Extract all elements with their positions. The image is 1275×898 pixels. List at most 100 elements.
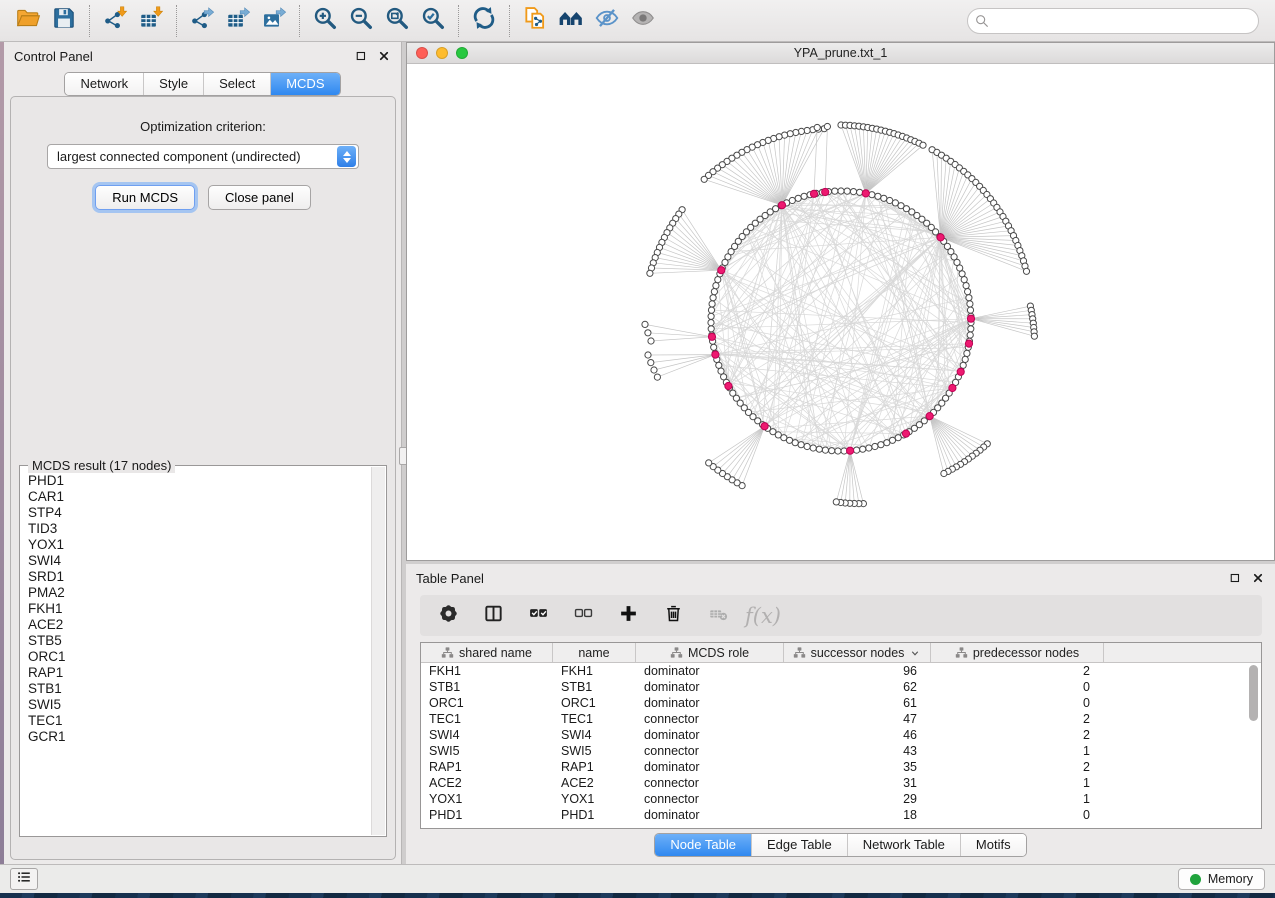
column-header-successor-nodes[interactable]: successor nodes: [784, 643, 931, 662]
cell-predecessor-nodes[interactable]: 2: [931, 711, 1104, 727]
tab-style[interactable]: Style: [143, 73, 203, 95]
cell-predecessor-nodes[interactable]: 2: [931, 759, 1104, 775]
mcds-result-item[interactable]: SRD1: [28, 569, 371, 585]
mcds-result-item[interactable]: ACE2: [28, 617, 371, 633]
hide-selected-button[interactable]: [589, 4, 625, 38]
cell-name[interactable]: STB1: [553, 679, 636, 695]
zoom-fit-button[interactable]: [379, 4, 415, 38]
control-panel-close-button[interactable]: [376, 49, 391, 64]
table-row-YOX1[interactable]: YOX1YOX1connector291: [421, 791, 1261, 807]
mcds-result-item[interactable]: ORC1: [28, 649, 371, 665]
mcds-result-item[interactable]: YOX1: [28, 537, 371, 553]
table-row-SWI4[interactable]: SWI4SWI4dominator462: [421, 727, 1261, 743]
cell-MCDS-role[interactable]: connector: [636, 775, 784, 791]
cell-name[interactable]: ACE2: [553, 775, 636, 791]
memory-button[interactable]: Memory: [1178, 868, 1265, 890]
export-network-button[interactable]: [184, 4, 220, 38]
table-panel-close-button[interactable]: [1250, 571, 1265, 586]
mcds-result-item[interactable]: FKH1: [28, 601, 371, 617]
cell-MCDS-role[interactable]: dominator: [636, 727, 784, 743]
cell-successor-nodes[interactable]: 43: [784, 743, 931, 759]
tab-motifs[interactable]: Motifs: [960, 834, 1026, 856]
new-network-from-selection-button[interactable]: [517, 4, 553, 38]
mcds-result-item[interactable]: STB1: [28, 681, 371, 697]
cell-MCDS-role[interactable]: connector: [636, 791, 784, 807]
open-session-button[interactable]: [10, 4, 46, 38]
cell-predecessor-nodes[interactable]: 1: [931, 775, 1104, 791]
cell-shared-name[interactable]: ORC1: [421, 695, 553, 711]
cell-MCDS-role[interactable]: connector: [636, 743, 784, 759]
mcds-result-item[interactable]: CAR1: [28, 489, 371, 505]
cell-name[interactable]: FKH1: [553, 663, 636, 679]
close-panel-button[interactable]: Close panel: [208, 185, 311, 210]
cell-shared-name[interactable]: YOX1: [421, 791, 553, 807]
column-header-name[interactable]: name: [553, 643, 636, 662]
zoom-selected-button[interactable]: [415, 4, 451, 38]
cell-predecessor-nodes[interactable]: 1: [931, 791, 1104, 807]
tab-network[interactable]: Network: [65, 73, 143, 95]
cell-shared-name[interactable]: ACE2: [421, 775, 553, 791]
cell-predecessor-nodes[interactable]: 0: [931, 695, 1104, 711]
cell-predecessor-nodes[interactable]: 0: [931, 807, 1104, 823]
cell-MCDS-role[interactable]: dominator: [636, 807, 784, 823]
table-settings-button[interactable]: [434, 602, 462, 630]
table-row-RAP1[interactable]: RAP1RAP1dominator352: [421, 759, 1261, 775]
cell-shared-name[interactable]: FKH1: [421, 663, 553, 679]
apply-preferred-layout-button[interactable]: [466, 4, 502, 38]
zoom-out-button[interactable]: [343, 4, 379, 38]
mcds-result-item[interactable]: STP4: [28, 505, 371, 521]
cell-predecessor-nodes[interactable]: 2: [931, 727, 1104, 743]
cell-name[interactable]: SWI5: [553, 743, 636, 759]
cell-name[interactable]: YOX1: [553, 791, 636, 807]
tab-select[interactable]: Select: [203, 73, 270, 95]
cell-successor-nodes[interactable]: 35: [784, 759, 931, 775]
tab-mcds[interactable]: MCDS: [270, 73, 339, 95]
mcds-result-item[interactable]: PHD1: [28, 473, 371, 489]
cell-shared-name[interactable]: TEC1: [421, 711, 553, 727]
mcds-result-item[interactable]: SWI4: [28, 553, 371, 569]
run-mcds-button[interactable]: Run MCDS: [95, 185, 195, 210]
deselect-all-button[interactable]: [569, 602, 597, 630]
network-window-titlebar[interactable]: YPA_prune.txt_1: [407, 43, 1274, 64]
export-table-button[interactable]: [220, 4, 256, 38]
show-all-button[interactable]: [625, 4, 661, 38]
table-row-STB1[interactable]: STB1STB1dominator620: [421, 679, 1261, 695]
cell-successor-nodes[interactable]: 47: [784, 711, 931, 727]
export-image-button[interactable]: [256, 4, 292, 38]
cell-MCDS-role[interactable]: dominator: [636, 679, 784, 695]
control-panel-float-button[interactable]: [353, 49, 368, 64]
split-panel-button[interactable]: [479, 602, 507, 630]
cell-successor-nodes[interactable]: 31: [784, 775, 931, 791]
cell-MCDS-role[interactable]: dominator: [636, 663, 784, 679]
cell-successor-nodes[interactable]: 62: [784, 679, 931, 695]
save-session-button[interactable]: [46, 4, 82, 38]
mcds-result-item[interactable]: TID3: [28, 521, 371, 537]
delete-column-button[interactable]: [659, 602, 687, 630]
import-table-button[interactable]: [133, 4, 169, 38]
cell-successor-nodes[interactable]: 29: [784, 791, 931, 807]
cell-name[interactable]: SWI4: [553, 727, 636, 743]
table-row-TEC1[interactable]: TEC1TEC1connector472: [421, 711, 1261, 727]
first-neighbors-button[interactable]: [553, 4, 589, 38]
table-row-ACE2[interactable]: ACE2ACE2connector311: [421, 775, 1261, 791]
mcds-result-item[interactable]: STB5: [28, 633, 371, 649]
cell-shared-name[interactable]: STB1: [421, 679, 553, 695]
search-input[interactable]: [967, 8, 1259, 34]
table-row-PHD1[interactable]: PHD1PHD1dominator180: [421, 807, 1261, 823]
cell-name[interactable]: PHD1: [553, 807, 636, 823]
cell-successor-nodes[interactable]: 46: [784, 727, 931, 743]
column-header-shared-name[interactable]: shared name: [421, 643, 553, 662]
table-row-ORC1[interactable]: ORC1ORC1dominator610: [421, 695, 1261, 711]
optimization-criterion-select[interactable]: largest connected component (undirected): [47, 144, 359, 169]
cell-MCDS-role[interactable]: dominator: [636, 759, 784, 775]
network-canvas[interactable]: [407, 64, 1274, 559]
cell-MCDS-role[interactable]: dominator: [636, 695, 784, 711]
cell-predecessor-nodes[interactable]: 0: [931, 679, 1104, 695]
table-scrollbar-thumb[interactable]: [1249, 665, 1258, 721]
table-panel-float-button[interactable]: [1227, 571, 1242, 586]
cell-successor-nodes[interactable]: 96: [784, 663, 931, 679]
mcds-result-list[interactable]: PHD1CAR1STP4TID3YOX1SWI4SRD1PMA2FKH1ACE2…: [21, 467, 371, 835]
add-column-button[interactable]: [614, 602, 642, 630]
cell-name[interactable]: RAP1: [553, 759, 636, 775]
cell-name[interactable]: ORC1: [553, 695, 636, 711]
